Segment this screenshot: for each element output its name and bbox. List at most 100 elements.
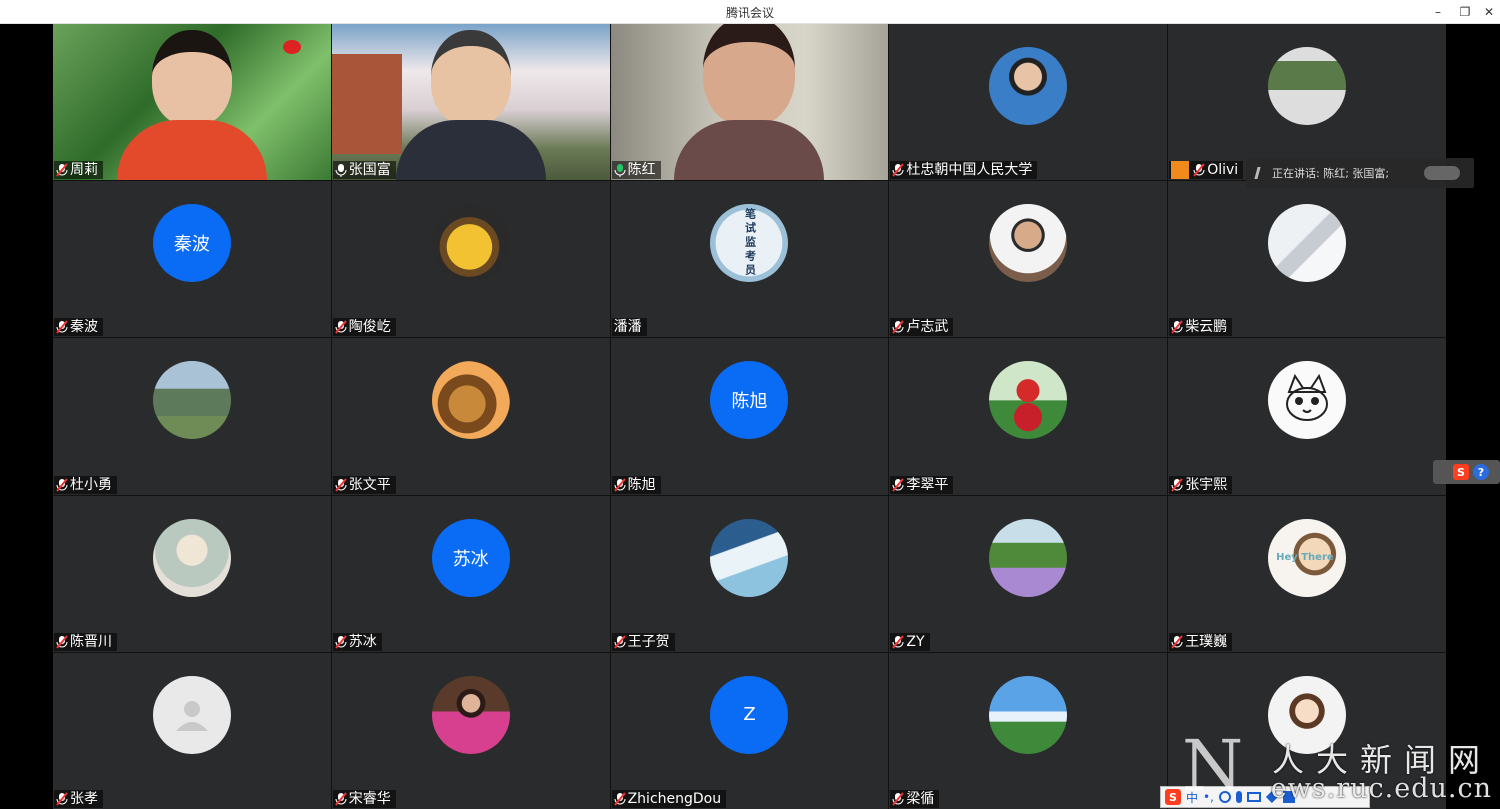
participant-tile-active[interactable]: 陈红 bbox=[610, 24, 889, 181]
mic-muted-icon bbox=[1171, 635, 1183, 649]
participant-tile[interactable]: 张宇熙 bbox=[1168, 338, 1446, 495]
participant-tile[interactable]: ZY bbox=[889, 495, 1168, 652]
sogou-logo-icon: S bbox=[1165, 789, 1181, 805]
mic-muted-icon bbox=[56, 792, 68, 806]
participant-nametag: 李翠平 bbox=[890, 475, 954, 494]
participant-tile[interactable]: 张文平 bbox=[331, 338, 610, 495]
sky-tree-avatar bbox=[989, 675, 1068, 754]
participant-tile[interactable]: 杜忠朝中国人民大学 bbox=[889, 24, 1168, 181]
participant-tile[interactable]: 柴云鹏 bbox=[1168, 181, 1446, 338]
participant-tile[interactable]: 张孝 bbox=[53, 652, 331, 809]
participant-nametag: 杜忠朝中国人民大学 bbox=[890, 161, 1038, 180]
participant-video-person bbox=[395, 30, 546, 181]
window-title: 腾讯会议 bbox=[725, 6, 774, 20]
mic-muted-icon bbox=[1171, 320, 1183, 335]
participant-grid: 周莉 张国富 陈红 杜忠朝中国人民大学 Olivi 秦波 秦波 陶俊屹 笔试监考… bbox=[53, 24, 1446, 809]
participant-name: 李翠平 bbox=[906, 476, 949, 493]
participant-tile[interactable]: 陈晋川 bbox=[53, 495, 331, 652]
participant-nametag: 张国富 bbox=[332, 161, 396, 180]
ime-punct[interactable]: •, bbox=[1203, 790, 1214, 804]
initials-avatar: 秦波 bbox=[152, 204, 231, 283]
tools-icon[interactable] bbox=[1265, 791, 1278, 803]
cartoon-cat-avatar bbox=[1268, 361, 1347, 440]
campus-photo-avatar bbox=[152, 361, 231, 440]
participant-tile[interactable]: 张国富 bbox=[331, 24, 610, 181]
participant-name: 卢志武 bbox=[906, 319, 949, 336]
mic-muted-icon bbox=[892, 477, 905, 492]
participant-nametag: 潘潘 bbox=[611, 318, 647, 337]
hide-overlay-icon[interactable] bbox=[1424, 166, 1460, 180]
mic-on-icon bbox=[335, 163, 347, 178]
mic-muted-icon bbox=[613, 792, 626, 806]
mic-muted-icon bbox=[335, 635, 347, 649]
emoji-icon[interactable] bbox=[1218, 791, 1231, 803]
participant-tile[interactable]: 秦波 秦波 bbox=[53, 181, 331, 338]
mic-muted-icon bbox=[335, 792, 347, 806]
participant-tile[interactable]: 杜小勇 bbox=[53, 338, 331, 495]
sogou-logo-icon: S bbox=[1453, 464, 1469, 480]
initials-avatar: 苏冰 bbox=[431, 518, 510, 597]
participant-tile[interactable]: 周莉 bbox=[53, 24, 331, 181]
minimize-button[interactable]: – bbox=[1427, 2, 1449, 22]
ladybug-icon bbox=[282, 40, 301, 54]
participant-tile[interactable]: 陶俊屹 bbox=[331, 181, 610, 338]
participant-name: 梁循 bbox=[906, 790, 935, 807]
default-user-avatar bbox=[152, 675, 231, 754]
participant-nametag: 陈晋川 bbox=[54, 632, 117, 651]
participant-name: 陈红 bbox=[627, 162, 656, 179]
hey-there-cartoon-avatar: Hey There bbox=[1268, 518, 1347, 597]
ime-mode[interactable]: 中 bbox=[1186, 789, 1198, 806]
initials-avatar: 陈旭 bbox=[710, 361, 789, 440]
participant-name: 杜忠朝中国人民大学 bbox=[906, 162, 1033, 179]
participant-nametag: 卢志武 bbox=[890, 318, 954, 337]
participant-tile[interactable]: 卢志武 bbox=[889, 181, 1168, 338]
exam-proctor-avatar: 笔试监考员 bbox=[710, 204, 789, 283]
participant-nametag: 秦波 bbox=[54, 318, 103, 337]
mic-muted-icon bbox=[56, 320, 68, 335]
mic-muted-icon bbox=[613, 477, 626, 492]
help-icon[interactable]: ? bbox=[1473, 464, 1489, 480]
mic-muted-icon bbox=[56, 163, 68, 177]
participant-tile[interactable]: 梁循 bbox=[889, 652, 1168, 809]
mic-muted-icon bbox=[892, 635, 905, 649]
ime-float-widget[interactable]: S ? bbox=[1433, 460, 1500, 484]
participant-nametag: 宋睿华 bbox=[332, 789, 396, 808]
ime-toolbar[interactable]: S 中 •, bbox=[1160, 786, 1370, 808]
participant-nametag: 周莉 bbox=[54, 161, 103, 180]
keyboard-icon[interactable] bbox=[1246, 792, 1261, 802]
participant-tile[interactable]: 李翠平 bbox=[889, 338, 1168, 495]
participant-nametag: 苏冰 bbox=[332, 632, 382, 651]
participant-name: 陶俊屹 bbox=[348, 319, 391, 336]
mic-muted-icon bbox=[56, 635, 68, 649]
participant-tile[interactable]: 宋睿华 bbox=[331, 652, 610, 809]
snowboard-avatar bbox=[710, 518, 789, 597]
participant-nametag: 张宇熙 bbox=[1169, 475, 1233, 494]
participant-name: 周莉 bbox=[70, 162, 98, 179]
participant-tile[interactable]: 苏冰 苏冰 bbox=[331, 495, 610, 652]
mic-muted-icon bbox=[892, 792, 905, 806]
initials-avatar: Z bbox=[710, 675, 789, 754]
participant-name: 陈晋川 bbox=[70, 633, 112, 650]
title-bar: 腾讯会议 – ❐ ✕ bbox=[0, 0, 1500, 24]
participant-tile[interactable]: 笔试监考员 潘潘 bbox=[610, 181, 889, 338]
woman-photo-avatar bbox=[431, 675, 510, 754]
meeting-window: 腾讯会议 – ❐ ✕ 周莉 张国富 陈红 杜忠朝中国人民大学 Olivi 秦波 … bbox=[0, 0, 1500, 809]
participant-nametag: 陈旭 bbox=[611, 475, 661, 494]
participant-tile[interactable]: 王子贺 bbox=[610, 495, 889, 652]
participant-tile[interactable]: Olivi bbox=[1168, 24, 1446, 181]
participant-name: 张孝 bbox=[70, 790, 98, 807]
participant-tile[interactable]: 陈旭 陈旭 bbox=[610, 338, 889, 495]
participant-tile[interactable]: Z ZhichengDou bbox=[610, 652, 889, 809]
participant-tile[interactable]: Hey There 王璞巍 bbox=[1168, 495, 1446, 652]
skin-icon[interactable] bbox=[1282, 791, 1295, 803]
close-button[interactable]: ✕ bbox=[1478, 2, 1500, 22]
participant-name: 潘潘 bbox=[613, 319, 642, 336]
restore-button[interactable]: ❐ bbox=[1454, 2, 1476, 22]
participant-name: 杜小勇 bbox=[70, 476, 112, 493]
participant-video-person bbox=[674, 24, 825, 181]
mic-muted-icon bbox=[1171, 477, 1183, 492]
voice-icon[interactable] bbox=[1235, 791, 1242, 803]
mic-muted-icon bbox=[892, 163, 905, 177]
speaking-indicator: 正在讲话: 陈红; 张国富; bbox=[1246, 158, 1474, 188]
portrait-avatar bbox=[989, 204, 1068, 283]
